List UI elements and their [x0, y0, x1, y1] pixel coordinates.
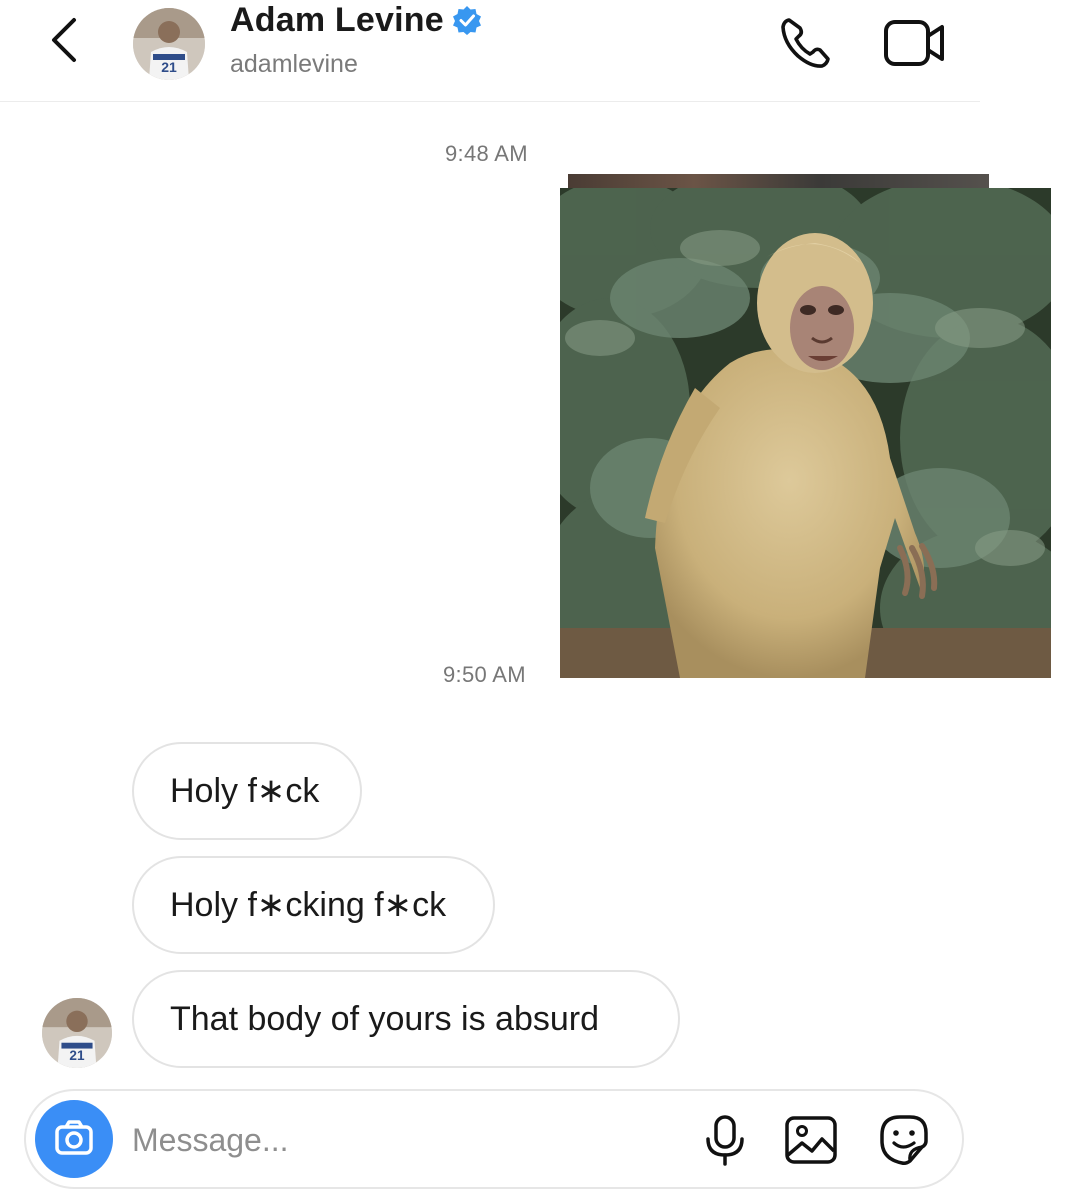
chat-header: 21 Adam Levine adamlevine — [0, 0, 980, 102]
back-icon[interactable] — [42, 14, 90, 66]
timestamp: 9:50 AM — [443, 662, 526, 687]
received-message[interactable]: That body of yours is absurd — [132, 970, 680, 1068]
message-composer — [24, 1089, 964, 1189]
received-message[interactable]: Holy f∗ck — [132, 742, 362, 840]
sticker-icon[interactable] — [874, 1111, 932, 1169]
contact-avatar[interactable]: 21 — [133, 8, 205, 80]
contact-title-row[interactable]: Adam Levine — [230, 0, 482, 40]
sent-photo-bigfoot[interactable] — [560, 188, 1051, 678]
camera-button[interactable] — [35, 1100, 113, 1178]
camera-icon — [55, 1120, 93, 1155]
microphone-icon[interactable] — [696, 1111, 754, 1169]
received-message[interactable]: Holy f∗cking f∗ck — [132, 856, 495, 954]
avatar-jersey-number: 21 — [69, 1048, 85, 1063]
verified-icon — [452, 6, 481, 35]
timestamp: 9:48 AM — [445, 141, 528, 166]
sender-avatar[interactable]: 21 — [42, 998, 112, 1068]
video-camera-icon[interactable] — [880, 14, 948, 70]
contact-username: adamlevine — [230, 50, 358, 78]
image-icon[interactable] — [782, 1111, 840, 1169]
contact-name: Adam Levine — [230, 1, 444, 39]
message-input[interactable] — [130, 1115, 650, 1165]
phone-icon[interactable] — [775, 12, 835, 72]
avatar-jersey-number: 21 — [161, 59, 177, 75]
